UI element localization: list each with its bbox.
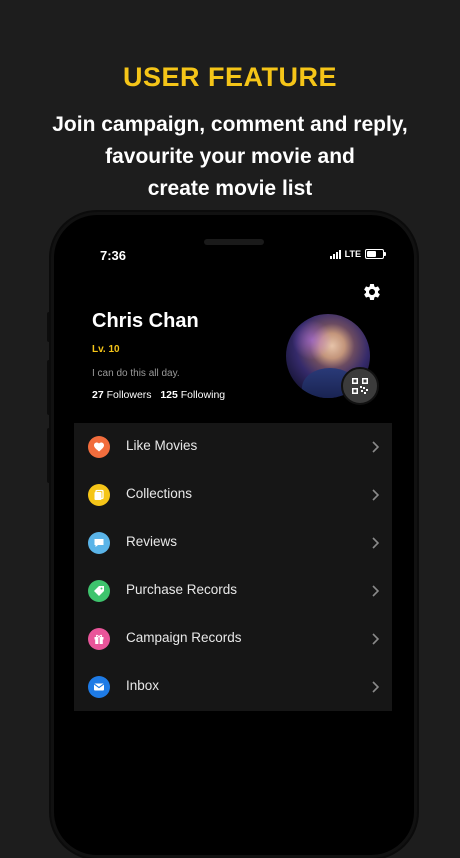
promo-subline-1: Join campaign, comment and reply,	[52, 113, 408, 136]
following-label[interactable]: Following	[181, 389, 225, 401]
menu-item-collections[interactable]: Collections	[74, 471, 392, 519]
chevron-right-icon	[372, 441, 380, 453]
menu-item-label: Collections	[126, 486, 193, 501]
menu-item-campaign-records[interactable]: Campaign Records	[74, 615, 392, 663]
heart-icon	[88, 436, 110, 458]
promo-subline: Join campaign, comment and reply, favour…	[20, 109, 440, 205]
battery-icon	[365, 249, 386, 259]
battery-fill	[367, 251, 377, 257]
follow-stats: 27 Followers 125 Following	[92, 389, 225, 401]
gift-icon	[88, 628, 110, 650]
collection-icon	[88, 484, 110, 506]
chevron-right-icon	[372, 633, 380, 645]
phone-frame: 7:36 LTE Chris Chan Lv. 10 I can do this…	[51, 212, 417, 858]
status-indicators: LTE	[329, 249, 386, 259]
status-time: 7:36	[100, 248, 127, 263]
menu-item-like-movies[interactable]: Like Movies	[74, 423, 392, 471]
tag-icon	[88, 580, 110, 602]
promo-headline: USER FEATURE	[122, 62, 337, 92]
signal-icon	[329, 249, 341, 259]
followers-label[interactable]: Followers	[107, 389, 152, 401]
mail-icon	[88, 676, 110, 698]
comment-icon	[88, 532, 110, 554]
network-label: LTE	[344, 249, 361, 259]
menu-item-inbox[interactable]: Inbox	[74, 663, 392, 711]
chevron-right-icon	[372, 585, 380, 597]
menu-item-purchase-records[interactable]: Purchase Records	[74, 567, 392, 615]
level-badge: Lv. 10	[92, 344, 120, 355]
profile-name: Chris Chan	[92, 310, 199, 332]
profile-menu: Like Movies Collections Reviews Purchase…	[74, 423, 392, 711]
phone-notch	[204, 239, 264, 245]
menu-item-label: Campaign Records	[126, 630, 242, 645]
followers-count[interactable]: 27	[92, 389, 104, 401]
promo-subline-2: favourite your movie and	[105, 145, 355, 168]
chevron-right-icon	[372, 681, 380, 693]
menu-item-reviews[interactable]: Reviews	[74, 519, 392, 567]
following-count[interactable]: 125	[160, 389, 178, 401]
menu-item-label: Inbox	[126, 678, 160, 693]
promo-subline-3: create movie list	[147, 177, 313, 200]
chevron-right-icon	[372, 537, 380, 549]
menu-item-label: Purchase Records	[126, 582, 238, 597]
qr-code-icon	[352, 378, 368, 394]
avatar-glow	[292, 320, 332, 360]
profile-bio: I can do this all day.	[92, 368, 180, 379]
chevron-right-icon	[372, 489, 380, 501]
gear-icon[interactable]	[362, 282, 382, 302]
qr-code-button[interactable]	[341, 367, 379, 405]
menu-item-label: Like Movies	[126, 438, 198, 453]
menu-item-label: Reviews	[126, 534, 178, 549]
